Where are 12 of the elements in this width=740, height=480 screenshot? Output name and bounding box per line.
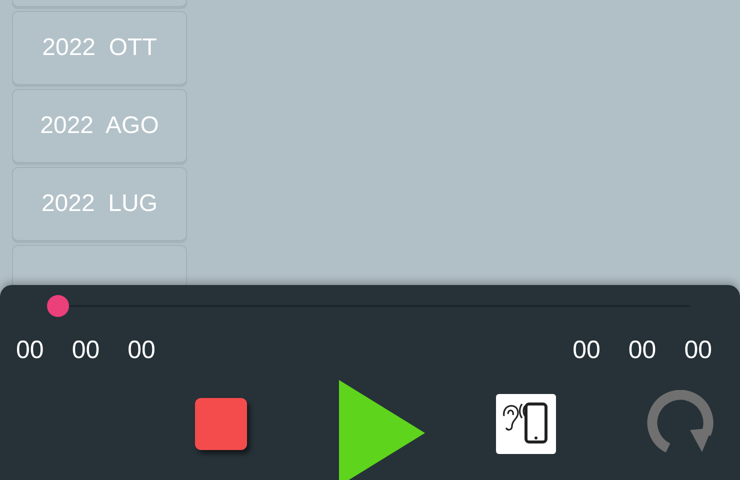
total-time: 00: [572, 336, 600, 364]
month-button[interactable]: 2022 LUG: [12, 167, 187, 241]
ear-phone-button[interactable]: [496, 394, 556, 454]
month-button[interactable]: 2022 AGO: [12, 89, 187, 163]
elapsed-time: 00: [128, 336, 156, 364]
ear-phone-icon: [496, 394, 556, 454]
total-time: 00: [684, 336, 712, 364]
elapsed-time: 00: [16, 336, 44, 364]
elapsed-time: 00: [72, 336, 100, 364]
seek-thumb[interactable]: [47, 295, 69, 317]
month-button[interactable]: 2022 OTT: [12, 11, 187, 85]
total-time: 00: [628, 336, 656, 364]
